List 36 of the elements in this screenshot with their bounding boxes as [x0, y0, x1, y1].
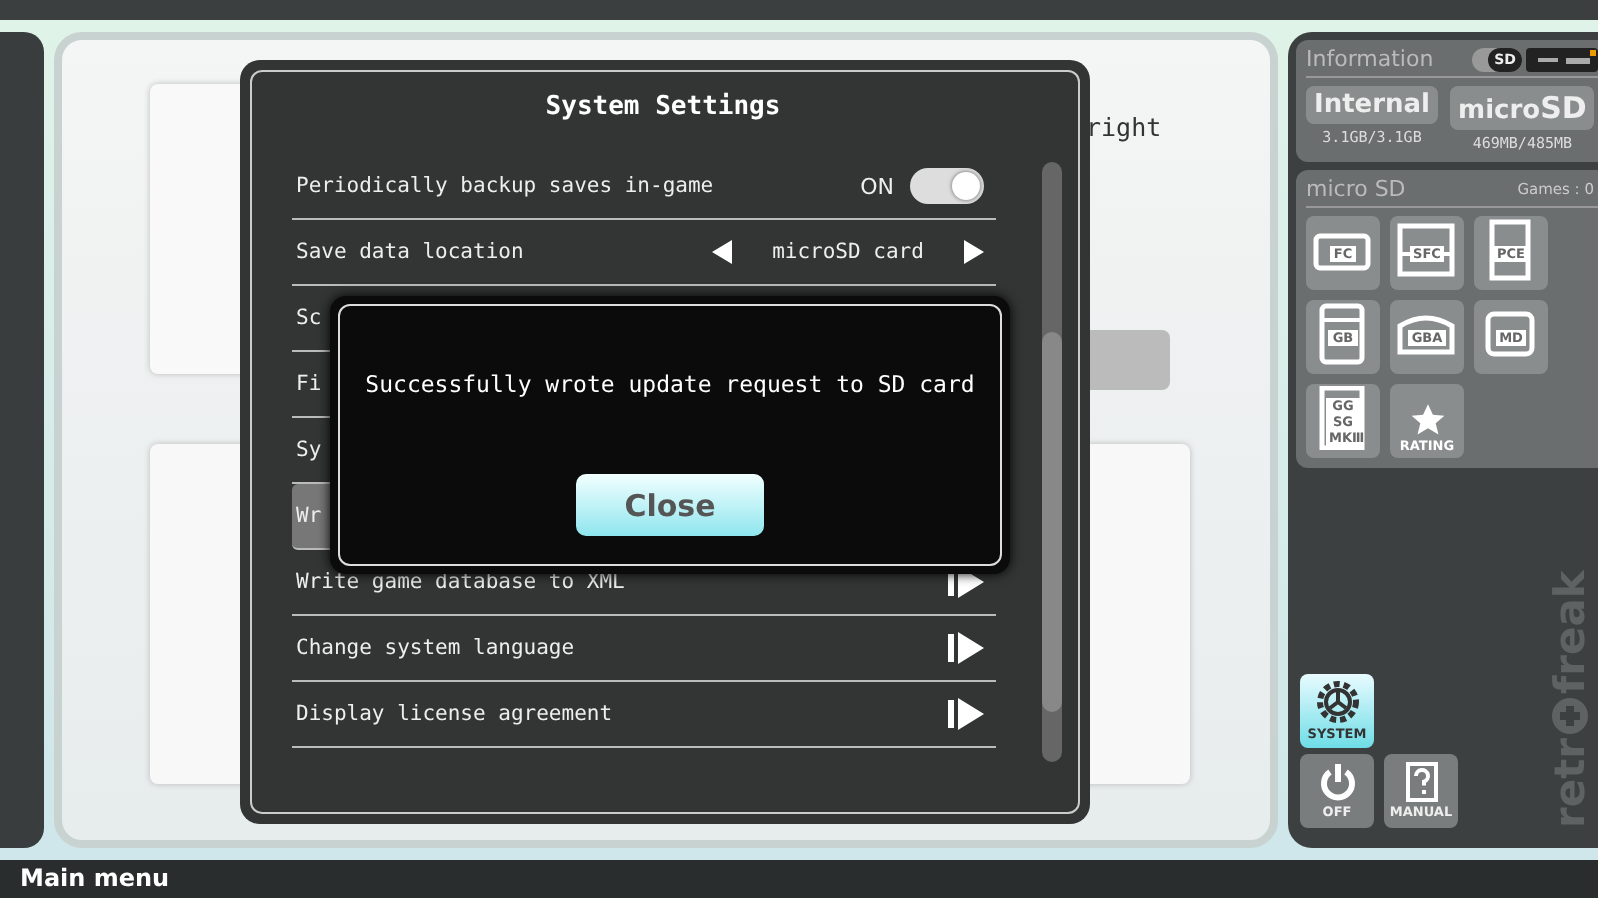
cartridge-slot-icon — [1526, 47, 1598, 71]
settings-row[interactable]: Save data location microSD card — [292, 220, 996, 286]
box-title: micro SD — [1306, 176, 1406, 202]
power-icon — [1317, 762, 1357, 802]
setting-label: Fi — [296, 372, 322, 396]
left-arrow-icon[interactable] — [712, 240, 732, 264]
settings-row[interactable]: Change system language — [292, 616, 996, 682]
settings-row[interactable]: Periodically backup saves in-game ON — [292, 154, 996, 220]
storage-button[interactable]: Internal — [1306, 86, 1439, 124]
star-icon — [1409, 404, 1445, 438]
setting-label: Change system language — [296, 636, 577, 660]
scrollbar-thumb[interactable] — [1042, 332, 1062, 712]
settings-row[interactable]: Display license agreement — [292, 682, 996, 748]
cartridge-icon — [1394, 218, 1458, 282]
gamepad-logo-icon — [1550, 696, 1590, 736]
dialog-title: System Settings — [543, 92, 783, 122]
enter-arrow-icon[interactable] — [948, 632, 984, 664]
screen-title: Main menu — [20, 864, 170, 892]
gear-icon — [1315, 680, 1359, 724]
setting-label: Sy — [296, 438, 322, 462]
storage-button[interactable]: microSD — [1450, 86, 1595, 130]
setting-label: Display license agreement — [296, 702, 615, 726]
dialog-message: Successfully wrote update request to SD card — [365, 370, 975, 398]
setting-label: Wr — [296, 504, 322, 528]
setting-label: Periodically backup saves in-game — [296, 174, 716, 198]
setting-label: Save data location — [296, 240, 526, 264]
toggle-switch[interactable] — [910, 168, 984, 204]
enter-arrow-icon[interactable] — [948, 698, 984, 730]
toggle-state: ON — [860, 173, 894, 199]
setting-label: Sc — [296, 306, 322, 330]
instruction-text: right — [1086, 112, 1162, 142]
box-title: Information — [1306, 46, 1434, 72]
right-arrow-icon[interactable] — [964, 240, 984, 264]
close-button[interactable]: Close — [576, 474, 764, 536]
help-book-icon — [1403, 762, 1439, 802]
option-value: microSD card — [770, 240, 926, 264]
